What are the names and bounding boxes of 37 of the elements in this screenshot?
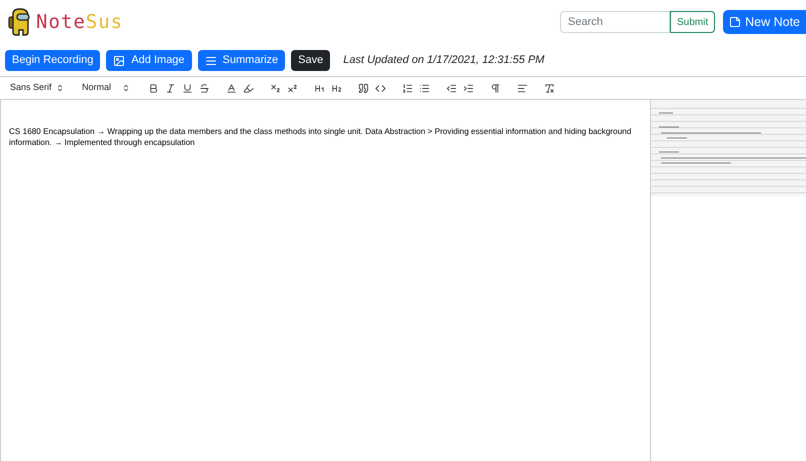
image-icon [113,54,126,66]
ordered-list-icon[interactable] [402,82,413,94]
text-color-icon[interactable] [226,82,237,94]
bold-icon[interactable] [148,82,159,94]
action-button[interactable]: Add Image [106,50,192,71]
logo-text: NoteSus [36,10,124,35]
heading-two-icon[interactable] [331,82,342,94]
superscript-icon[interactable] [287,82,298,94]
font-dropdown[interactable]: Sans Serif [10,81,64,95]
note-icon [729,16,742,28]
quote-icon[interactable] [358,82,369,94]
heading-one-icon[interactable] [314,82,325,94]
text-direction-icon[interactable] [490,82,501,94]
note-text[interactable]: CS 1680 Encapsulation → Wrapping up the data members and the class methods into single unit. Data Abstraction > Providing essential information and hiding background information. → Implemented through encapsulation [9,126,644,148]
clear-formatting-icon[interactable] [544,82,555,94]
mascot-logo-icon [8,8,32,36]
action-button[interactable]: Summarize [198,50,286,71]
subscript-icon[interactable] [270,82,281,94]
bullet-list-icon[interactable] [419,82,430,94]
new-note-button[interactable]: New Note [723,10,806,34]
highlight-icon[interactable] [243,82,254,94]
outdent-icon[interactable] [446,82,457,94]
dropdown-icon [56,84,64,92]
italic-icon[interactable] [165,82,176,94]
code-icon[interactable] [375,82,386,94]
action-button[interactable]: Save [291,50,330,71]
submit-button[interactable]: Submit [670,11,716,33]
indent-icon[interactable] [463,82,474,94]
menu-icon [204,54,217,66]
align-icon[interactable] [517,82,528,94]
action-button[interactable]: Begin Recording [5,50,100,71]
search-field[interactable]: Search [560,11,670,33]
size-dropdown[interactable]: Normal [82,81,130,95]
dropdown-icon [122,84,130,92]
underline-icon[interactable] [182,82,193,94]
strikethrough-icon[interactable] [199,82,210,94]
last-updated-text: Last Updated on 1/17/2021, 12:31:55 PM [343,53,544,68]
